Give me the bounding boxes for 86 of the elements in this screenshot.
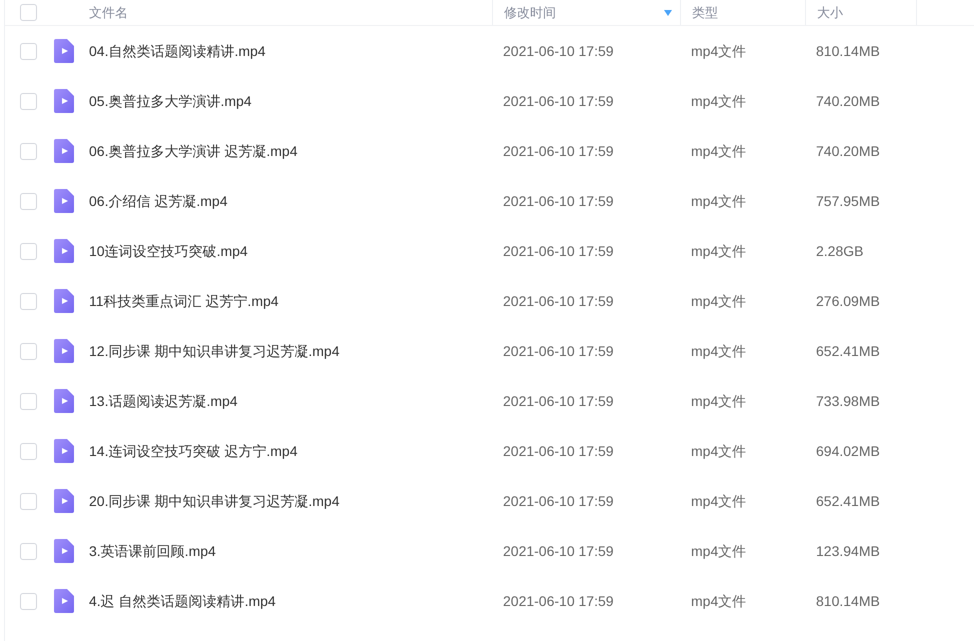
file-size: 810.14MB: [816, 592, 880, 608]
modified-time: 2021-06-10 17:59: [503, 192, 614, 208]
file-row[interactable]: 10连词设空技巧突破.mp4 2021-06-10 17:59 mp4文件 2.28GB: [5, 226, 974, 276]
checkbox[interactable]: [20, 242, 36, 260]
file-type: mp4文件: [691, 42, 746, 58]
file-size: 757.95MB: [816, 192, 880, 208]
video-file-icon: [54, 189, 74, 213]
checkbox[interactable]: [20, 142, 36, 160]
file-row[interactable]: 06.奥普拉多大学演讲 迟芳凝.mp4 2021-06-10 17:59 mp4文件 740.20MB: [5, 126, 974, 176]
file-type: mp4文件: [691, 92, 746, 108]
checkbox[interactable]: [20, 492, 36, 510]
video-file-icon: [54, 89, 74, 113]
modified-time: 2021-06-10 17:59: [503, 442, 614, 458]
checkbox[interactable]: [20, 542, 36, 560]
file-row[interactable]: 13.话题阅读迟芳凝.mp4 2021-06-10 17:59 mp4文件 733.98MB: [5, 376, 974, 426]
checkbox[interactable]: [20, 192, 36, 210]
file-size: 123.94MB: [816, 542, 880, 558]
video-file-icon: [54, 539, 74, 563]
file-row[interactable]: 04.自然类话题阅读精讲.mp4 2021-06-10 17:59 mp4文件 810.14MB: [5, 26, 974, 76]
file-type: mp4文件: [691, 292, 746, 308]
file-type: mp4文件: [691, 392, 746, 408]
modified-time: 2021-06-10 17:59: [503, 242, 614, 258]
modified-time: 2021-06-10 17:59: [503, 492, 614, 508]
video-file-icon: [54, 389, 74, 413]
file-name[interactable]: 20.同步课 期中知识串讲复习迟芳凝.mp4: [89, 490, 340, 512]
file-size: 733.98MB: [816, 392, 880, 408]
file-type: mp4文件: [691, 192, 746, 208]
checkbox[interactable]: [20, 292, 36, 310]
file-row[interactable]: 20.同步课 期中知识串讲复习迟芳凝.mp4 2021-06-10 17:59 mp4文件 652.41MB: [5, 476, 974, 526]
modified-time: 2021-06-10 17:59: [503, 42, 614, 58]
modified-time: 2021-06-10 17:59: [503, 142, 614, 158]
checkbox[interactable]: [20, 392, 36, 410]
file-size: 276.09MB: [816, 292, 880, 308]
file-size: 2.28GB: [816, 242, 864, 258]
file-name[interactable]: 14.连词设空技巧突破 迟方宁.mp4: [89, 440, 298, 462]
video-file-icon: [54, 339, 74, 363]
file-row[interactable]: 06.介绍信 迟芳凝.mp4 2021-06-10 17:59 mp4文件 757.95MB: [5, 176, 974, 226]
sort-arrow-icon[interactable]: [664, 10, 672, 16]
file-row[interactable]: 4.迟 自然类话题阅读精讲.mp4 2021-06-10 17:59 mp4文件 810.14MB: [5, 576, 974, 626]
file-type: mp4文件: [691, 492, 746, 508]
modified-time: 2021-06-10 17:59: [503, 392, 614, 408]
file-size: 810.14MB: [816, 42, 880, 58]
checkbox[interactable]: [20, 42, 36, 60]
file-name[interactable]: 11科技类重点词汇 迟芳宁.mp4: [89, 290, 279, 312]
file-type: mp4文件: [691, 442, 746, 458]
modified-time: 2021-06-10 17:59: [503, 592, 614, 608]
video-file-icon: [54, 589, 74, 613]
file-type: mp4文件: [691, 142, 746, 158]
video-file-icon: [54, 289, 74, 313]
file-type: mp4文件: [691, 592, 746, 608]
modified-time: 2021-06-10 17:59: [503, 92, 614, 108]
file-name[interactable]: 4.迟 自然类话题阅读精讲.mp4: [89, 590, 276, 612]
file-name[interactable]: 3.英语课前回顾.mp4: [89, 540, 216, 562]
file-row[interactable]: 11科技类重点词汇 迟芳宁.mp4 2021-06-10 17:59 mp4文件 276.09MB: [5, 276, 974, 326]
file-row[interactable]: 14.连词设空技巧突破 迟方宁.mp4 2021-06-10 17:59 mp4文件 694.02MB: [5, 426, 974, 476]
file-size: 740.20MB: [816, 92, 880, 108]
checkbox[interactable]: [20, 442, 36, 460]
file-row[interactable]: 3.英语课前回顾.mp4 2021-06-10 17:59 mp4文件 123.94MB: [5, 526, 974, 576]
file-size: 652.41MB: [816, 492, 880, 508]
file-name[interactable]: 06.奥普拉多大学演讲 迟芳凝.mp4: [89, 140, 298, 162]
file-size: 694.02MB: [816, 442, 880, 458]
video-file-icon: [54, 489, 74, 513]
file-name[interactable]: 06.介绍信 迟芳凝.mp4: [89, 190, 228, 212]
file-name[interactable]: 04.自然类话题阅读精讲.mp4: [89, 40, 266, 62]
video-file-icon: [54, 239, 74, 263]
file-type: mp4文件: [691, 342, 746, 358]
modified-time: 2021-06-10 17:59: [503, 342, 614, 358]
checkbox[interactable]: [20, 92, 36, 110]
video-file-icon: [54, 439, 74, 463]
video-file-icon: [54, 39, 74, 63]
checkbox[interactable]: [20, 592, 36, 610]
file-row[interactable]: 12.同步课 期中知识串讲复习迟芳凝.mp4 2021-06-10 17:59 mp4文件 652.41MB: [5, 326, 974, 376]
modified-time: 2021-06-10 17:59: [503, 542, 614, 558]
file-name[interactable]: 10连词设空技巧突破.mp4: [89, 240, 248, 262]
file-name[interactable]: 05.奥普拉多大学演讲.mp4: [89, 90, 252, 112]
file-name[interactable]: 13.话题阅读迟芳凝.mp4: [89, 390, 238, 412]
file-size: 740.20MB: [816, 142, 880, 158]
file-row[interactable]: 05.奥普拉多大学演讲.mp4 2021-06-10 17:59 mp4文件 740.20MB: [5, 76, 974, 126]
file-type: mp4文件: [691, 242, 746, 258]
modified-time: 2021-06-10 17:59: [503, 292, 614, 308]
checkbox[interactable]: [20, 4, 36, 21]
checkbox[interactable]: [20, 342, 36, 360]
file-type: mp4文件: [691, 542, 746, 558]
file-size: 652.41MB: [816, 342, 880, 358]
video-file-icon: [54, 139, 74, 163]
file-name[interactable]: 12.同步课 期中知识串讲复习迟芳凝.mp4: [89, 340, 340, 362]
